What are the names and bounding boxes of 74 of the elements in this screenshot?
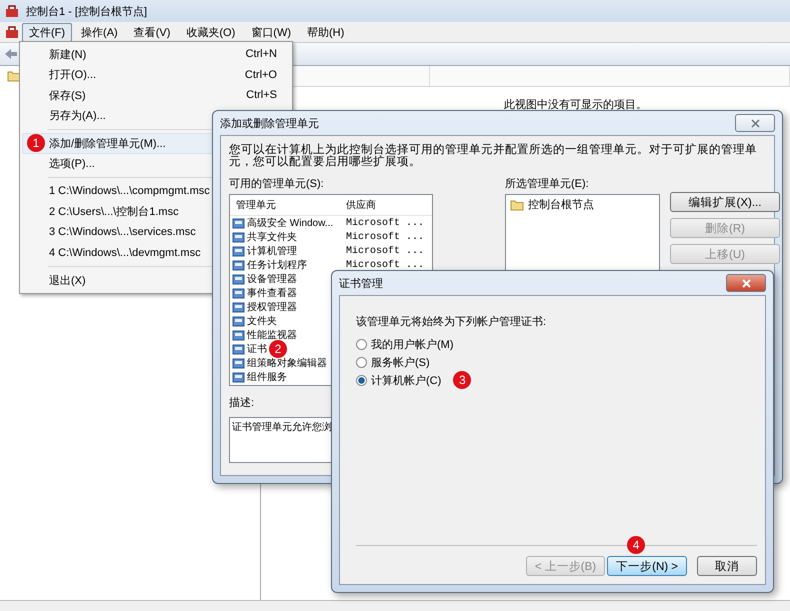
radio-button[interactable]	[356, 356, 367, 368]
snapin-icon	[232, 343, 245, 355]
step-marker: 4	[627, 536, 646, 554]
description-text: 证书管理单元允许您浏	[232, 422, 332, 433]
snapin-icon	[232, 329, 245, 341]
snapin-name[interactable]: 证书	[247, 342, 267, 356]
back-arrow-icon[interactable]	[4, 48, 18, 60]
snapin-name[interactable]: 计算机管理	[247, 244, 297, 258]
shortcut-label: Ctrl+S	[246, 89, 277, 102]
column-header[interactable]: 供应商	[346, 198, 426, 212]
empty-message: 此视图中没有可显示的项目。	[504, 98, 647, 112]
snapin-name[interactable]: 组策略对象编辑器	[247, 356, 327, 370]
menu-tab[interactable]: 收藏夹(O)	[179, 22, 242, 42]
snapin-name[interactable]: 组件服务	[247, 370, 287, 384]
folder-icon	[510, 198, 524, 210]
provider-text: Microsoft ...	[346, 232, 426, 242]
radio-label[interactable]: 计算机帐户(C)	[371, 372, 442, 388]
close-button[interactable]	[726, 274, 766, 292]
step-marker: 2	[269, 340, 287, 358]
radio-button[interactable]	[356, 338, 367, 350]
snapin-icon	[232, 273, 245, 285]
wizard-button[interactable]: 下一步(N) >	[607, 556, 687, 576]
shortcut-label: Ctrl+N	[246, 48, 277, 60]
snapin-name[interactable]: 授权管理器	[247, 300, 297, 314]
wizard-button[interactable]: 取消	[697, 556, 757, 576]
close-button[interactable]	[735, 114, 775, 132]
list-label: 所选管理单元(E):	[505, 177, 590, 191]
step-marker: 1	[27, 134, 45, 152]
toolbox-icon	[4, 4, 20, 18]
menu-item[interactable]: 保存(S) Ctrl+S	[22, 85, 290, 106]
radio-button[interactable]	[356, 374, 367, 386]
menu-tab[interactable]: 帮助(H)	[300, 22, 352, 42]
snapin-name[interactable]: 文件夹	[247, 314, 277, 328]
prompt-text: 该管理单元将始终为下列帐户管理证书:	[356, 314, 548, 329]
provider-text: Microsoft ...	[346, 218, 426, 228]
snapin-icon	[232, 245, 245, 257]
snapin-name[interactable]: 设备管理器	[247, 272, 297, 286]
snapin-icon	[232, 287, 245, 299]
dialog-title: 添加或删除管理单元	[220, 116, 319, 130]
snapin-icon	[232, 357, 245, 369]
menu-tab[interactable]: 窗口(W)	[244, 22, 298, 42]
radio-label[interactable]: 我的用户帐户(M)	[371, 336, 454, 352]
menu-tab[interactable]: 文件(F)	[22, 22, 72, 42]
close-icon	[742, 278, 750, 288]
menu-tab[interactable]: 查看(V)	[126, 22, 178, 42]
snapin-name[interactable]: 任务计划程序	[247, 258, 307, 272]
list-label: 可用的管理单元(S):	[229, 177, 325, 191]
snapin-icon	[232, 315, 245, 327]
close-icon	[750, 118, 760, 128]
radio-label[interactable]: 服务帐户(S)	[371, 354, 430, 370]
snapin-name[interactable]: 共享文件夹	[247, 230, 297, 244]
column-header[interactable]: 管理单元	[230, 198, 346, 212]
snapin-icon	[232, 259, 245, 271]
folder-icon	[6, 70, 22, 82]
selected-item[interactable]: 控制台根节点	[528, 197, 594, 212]
provider-text: Microsoft ...	[346, 260, 426, 270]
snapin-name[interactable]: 性能监视器	[247, 328, 297, 342]
snapin-icon	[232, 371, 245, 383]
menu-tab[interactable]: 操作(A)	[74, 22, 125, 42]
description-label: 描述:	[229, 396, 256, 410]
snapin-name[interactable]: 事件查看器	[247, 286, 297, 300]
provider-text: Microsoft ...	[346, 246, 426, 256]
toolbox-icon	[4, 25, 20, 39]
menu-item[interactable]: 打开(O)... Ctrl+O	[22, 64, 290, 85]
shortcut-label: Ctrl+O	[244, 68, 277, 81]
dialog-button[interactable]: 编辑扩展(X)...	[670, 192, 780, 212]
step-marker: 3	[453, 371, 472, 389]
dialog-title: 证书管理	[339, 276, 383, 290]
snapin-icon	[232, 301, 245, 313]
snapin-icon	[232, 217, 245, 229]
snapin-name[interactable]: 高级安全 Window...	[247, 216, 334, 230]
snapin-icon	[232, 231, 245, 243]
menu-item[interactable]: 新建(N) Ctrl+N	[22, 44, 290, 64]
window-title: 控制台1 - [控制台根节点]	[26, 4, 148, 18]
